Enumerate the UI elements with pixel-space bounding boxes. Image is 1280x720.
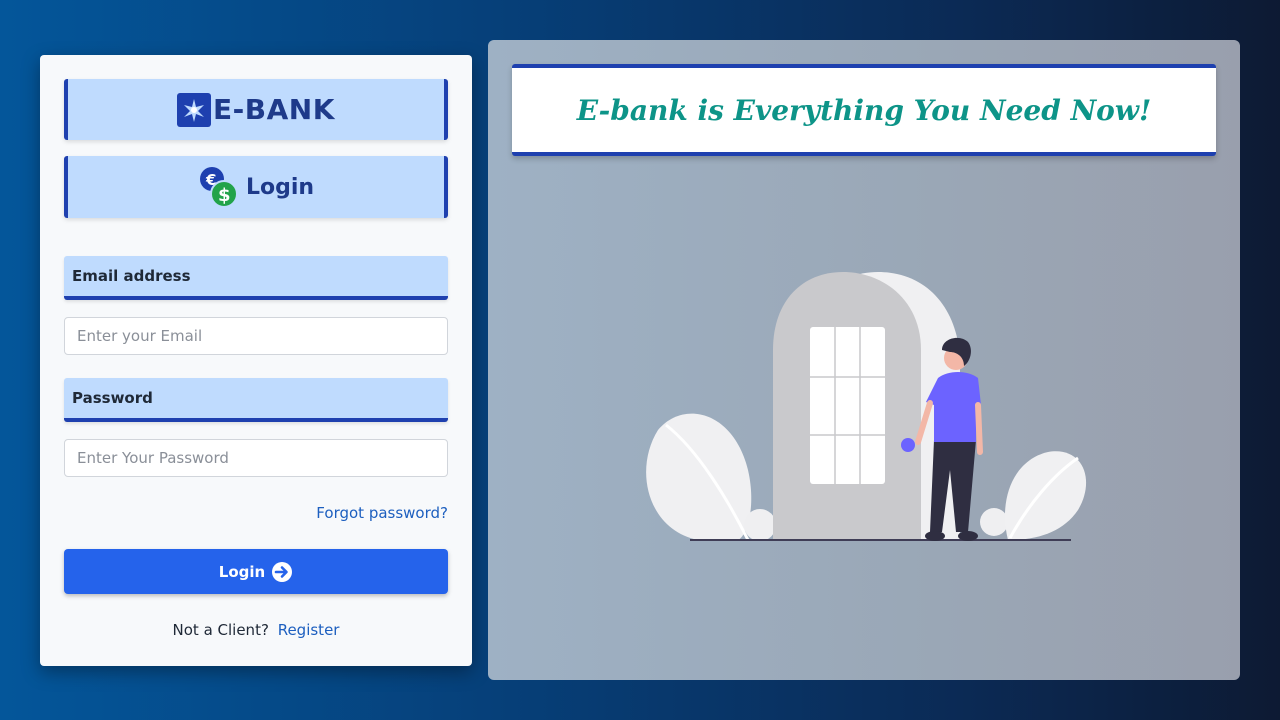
login-button[interactable]: Login xyxy=(64,549,448,594)
brand-name: E-BANK xyxy=(213,93,335,126)
svg-text:$: $ xyxy=(218,185,231,206)
promo-headline: E-bank is Everything You Need Now! xyxy=(576,93,1152,127)
login-header: € $ Login xyxy=(64,156,448,218)
email-label: Email address xyxy=(64,256,448,300)
person-at-door-illustration xyxy=(646,272,1087,541)
login-button-label: Login xyxy=(218,562,266,581)
register-link[interactable]: Register xyxy=(278,621,340,639)
login-card: E-BANK € $ Login Email address Password … xyxy=(40,55,472,666)
login-title: Login xyxy=(245,174,315,200)
promo-panel: E-bank is Everything You Need Now! xyxy=(488,40,1240,680)
email-field[interactable] xyxy=(64,317,448,355)
brand-header: E-BANK xyxy=(64,79,448,140)
currency-coins-icon: € $ xyxy=(199,167,238,208)
arrow-right-circle-icon xyxy=(272,561,293,582)
register-prompt: Not a Client? xyxy=(172,621,269,639)
ebank-logo-icon xyxy=(177,92,212,127)
password-label: Password xyxy=(64,378,448,422)
password-field[interactable] xyxy=(64,439,448,477)
forgot-password-link[interactable]: Forgot password? xyxy=(316,504,448,522)
register-row: Not a Client? Register xyxy=(40,621,472,639)
promo-banner: E-bank is Everything You Need Now! xyxy=(512,64,1216,156)
